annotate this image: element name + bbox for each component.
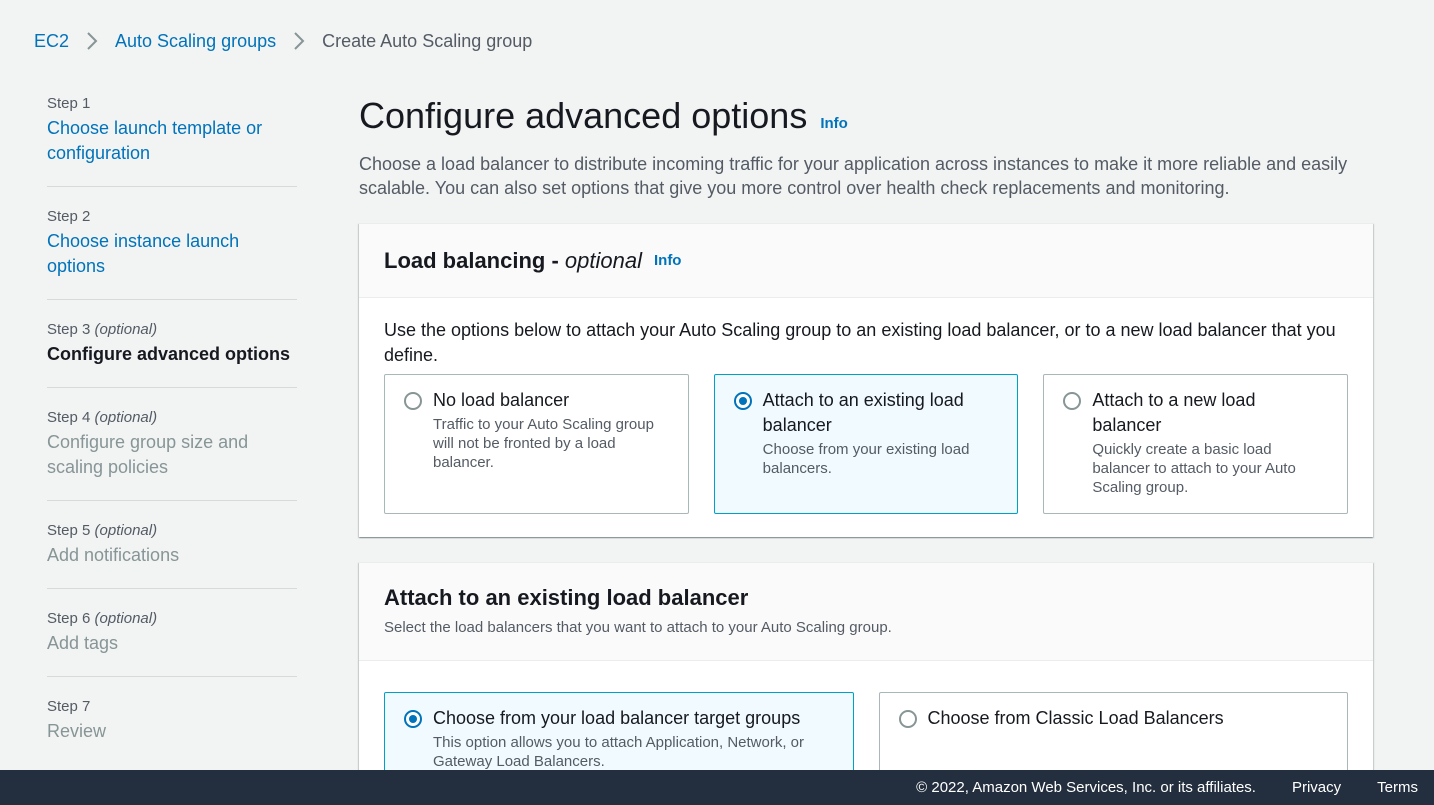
panel-header: Load balancing - optional Info [359,224,1373,298]
breadcrumb-ec2[interactable]: EC2 [34,31,69,52]
option-title: Choose from Classic Load Balancers [927,708,1224,728]
footer-copyright: © 2022, Amazon Web Services, Inc. or its… [916,779,1256,796]
step-5: Step 5 (optional) Add notifications [47,519,297,589]
step-5-title: Add notifications [47,545,180,565]
breadcrumb: EC2 Auto Scaling groups Create Auto Scal… [34,30,532,52]
option-title: No load balancer [433,390,570,410]
wizard-steps: Step 1 Choose launch template or configu… [47,92,297,782]
step-4: Step 4 (optional) Configure group size a… [47,406,297,501]
step-2: Step 2 Choose instance launch options [47,205,297,300]
load-balancing-panel: Load balancing - optional Info Use the o… [359,223,1373,537]
radio-button[interactable] [898,710,917,728]
page-description: Choose a load balancer to distribute inc… [359,154,1348,198]
radio-button-selected[interactable] [733,392,752,410]
step-number: Step 2 [47,208,91,225]
radio-button[interactable] [404,392,422,410]
step-number: Step 5 (optional) [47,522,158,539]
step-3: Step 3 (optional) Configure advanced opt… [47,318,297,388]
footer-privacy-link[interactable]: Privacy [1292,779,1341,796]
step-6-title: Add tags [47,633,119,653]
step-number: Step 4 (optional) [47,409,158,426]
option-title: Choose from your load balancer target gr… [433,708,801,728]
option-description: Quickly create a basic load balancer to … [1092,441,1296,496]
option-title: Attach to an existing load balancer [762,390,964,435]
option-description: Choose from your existing load balancers… [762,441,970,477]
breadcrumb-auto-scaling-groups[interactable]: Auto Scaling groups [115,31,276,52]
step-7-title: Review [47,721,107,741]
option-description: Traffic to your Auto Scaling group will … [433,416,654,471]
breadcrumb-current: Create Auto Scaling group [322,30,533,51]
footer: © 2022, Amazon Web Services, Inc. or its… [0,770,1434,805]
option-description: This option allows you to attach Applica… [433,734,805,770]
panel-subtitle: Select the load balancers that you want … [384,619,892,636]
step-4-title: Configure group size and scaling policie… [47,432,249,477]
panel-title: Attach to an existing load balancer [384,585,749,610]
option-attach-existing-load-balancer[interactable]: Attach to an existing load balancer Choo… [713,374,1019,514]
step-1: Step 1 Choose launch template or configu… [47,92,297,187]
step-number: Step 1 [47,95,91,112]
panel-body: Use the options below to attach your Aut… [359,298,1373,514]
step-number: Step 3 (optional) [47,321,158,338]
step-number: Step 7 [47,698,91,715]
step-2-link[interactable]: Choose instance launch options [47,229,297,279]
option-no-load-balancer[interactable]: No load balancer Traffic to your Auto Sc… [384,374,689,514]
panel-header: Attach to an existing load balancer Sele… [359,563,1373,661]
load-balancing-info-link[interactable]: Info [654,252,682,269]
option-title: Attach to a new load balancer [1092,390,1256,435]
load-balancer-options: No load balancer Traffic to your Auto Sc… [384,374,1349,514]
page-header: Configure advanced options Info [359,94,1373,138]
radio-button-selected[interactable] [404,710,422,728]
chevron-right-icon [288,30,310,52]
step-6: Step 6 (optional) Add tags [47,607,297,677]
step-3-current: Configure advanced options [47,344,291,364]
page-title: Configure advanced options [359,95,808,136]
step-1-link[interactable]: Choose launch template or configuration [47,116,297,166]
page-info-link[interactable]: Info [820,115,848,132]
panel-title: Load balancing - optional [384,247,642,273]
radio-button[interactable] [1063,392,1082,410]
step-number: Step 6 (optional) [47,610,158,627]
load-balancing-lead: Use the options below to attach your Aut… [384,320,1336,365]
step-7: Step 7 Review [47,695,297,764]
option-attach-new-load-balancer[interactable]: Attach to a new load balancer Quickly cr… [1043,374,1349,514]
chevron-right-icon [81,30,103,52]
attach-existing-panel: Attach to an existing load balancer Sele… [359,562,1373,805]
footer-terms-link[interactable]: Terms [1377,779,1418,796]
main-content: Configure advanced options Info Choose a… [359,94,1373,805]
